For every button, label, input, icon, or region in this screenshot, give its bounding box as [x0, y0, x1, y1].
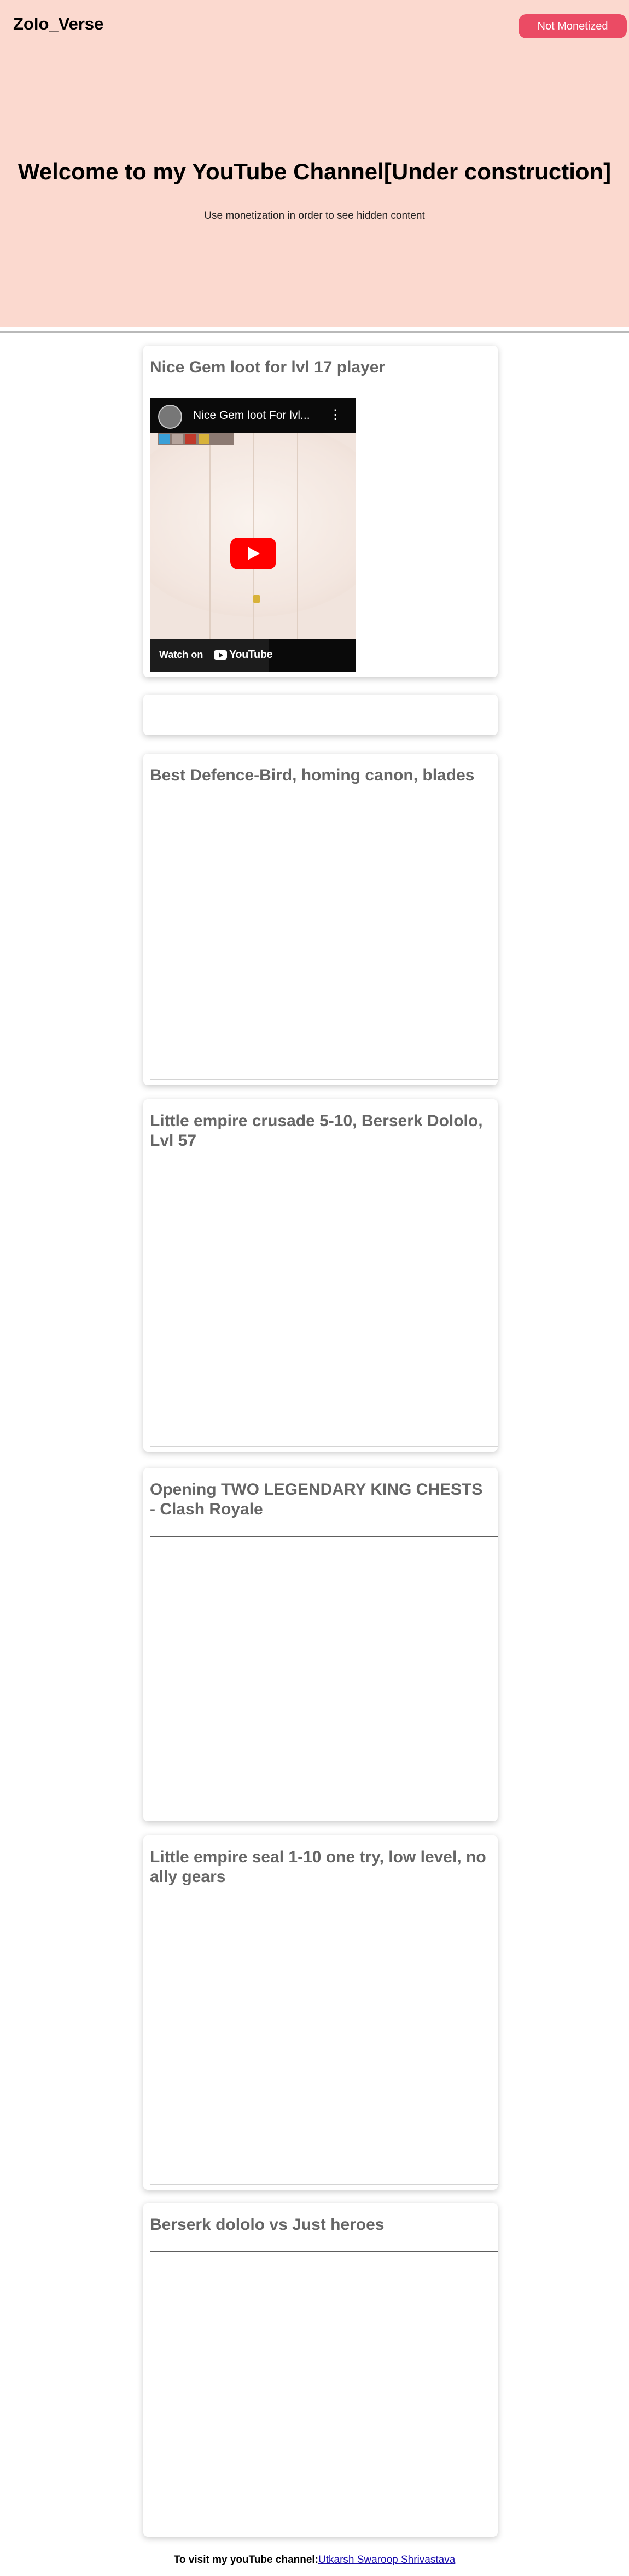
watch-on-youtube-button[interactable]: Watch on YouTube: [150, 639, 273, 672]
gem-icon: [159, 434, 170, 444]
section-divider: [0, 331, 629, 333]
more-options-icon[interactable]: ⋮: [329, 407, 342, 423]
video-card: Best Defence-Bird, homing canon, blades: [143, 754, 498, 1085]
play-button-icon[interactable]: [230, 538, 276, 569]
play-triangle-icon: [248, 547, 260, 560]
footer-prefix: To visit my youTube channel:: [173, 2554, 318, 2566]
youtube-player[interactable]: Nice Gem loot For lvl... ⋮ Watch on YouT…: [150, 398, 356, 672]
video-embed-frame[interactable]: [150, 802, 498, 1080]
hero-banner: Zolo_Verse Not Monetized Welcome to my Y…: [0, 0, 629, 327]
video-embed-frame[interactable]: Nice Gem loot For lvl... ⋮ Watch on YouT…: [150, 398, 498, 672]
video-card: Nice Gem loot for lvl 17 player Nice Gem…: [143, 346, 498, 677]
video-card-title: Opening TWO LEGENDARY KING CHESTS - Clas…: [150, 1481, 483, 1518]
not-monetized-button[interactable]: Not Monetized: [519, 14, 627, 38]
video-embed-frame[interactable]: [150, 2251, 498, 2532]
video-card-title: Little empire crusade 5-10, Berserk Dolo…: [150, 1112, 483, 1150]
video-card: Little empire seal 1-10 one try, low lev…: [143, 1835, 498, 2190]
channel-avatar[interactable]: [158, 405, 182, 429]
player-video-title[interactable]: Nice Gem loot For lvl...: [193, 409, 310, 422]
video-card-title: Best Defence-Bird, homing canon, blades: [150, 766, 475, 784]
video-card: Little empire crusade 5-10, Berserk Dolo…: [143, 1099, 498, 1452]
video-card: Berserk dololo vs Just heroes: [143, 2203, 498, 2537]
video-card-title: Little empire seal 1-10 one try, low lev…: [150, 1848, 486, 1886]
video-embed-frame[interactable]: [150, 1536, 498, 1816]
youtube-wordmark: YouTube: [229, 649, 273, 661]
watch-on-label: Watch on: [159, 649, 203, 660]
watch-on-youtube-bar: Watch on YouTube: [150, 639, 356, 672]
trophy-icon: [199, 434, 209, 444]
youtube-channel-link[interactable]: Utkarsh Swaroop Shrivastava: [318, 2554, 455, 2566]
video-card: Opening TWO LEGENDARY KING CHESTS - Clas…: [143, 1468, 498, 1821]
video-embed-frame[interactable]: [150, 1904, 498, 2185]
site-brand: Zolo_Verse: [13, 14, 104, 33]
youtube-logo-icon: [214, 650, 227, 660]
video-card-empty: [143, 695, 498, 735]
footer: To visit my youTube channel:Utkarsh Swar…: [0, 2554, 629, 2566]
video-card-title: Nice Gem loot for lvl 17 player: [150, 358, 386, 376]
trophy-icon: [253, 595, 260, 603]
hud-icon: [172, 434, 183, 444]
hud-icon: [185, 434, 196, 444]
player-top-bar: Nice Gem loot For lvl... ⋮: [150, 398, 356, 433]
video-card-title: Berserk dololo vs Just heroes: [150, 2216, 385, 2234]
video-embed-frame[interactable]: [150, 1168, 498, 1447]
thumbnail-line: [297, 398, 298, 672]
hero-title: Welcome to my YouTube Channel[Under cons…: [18, 159, 611, 184]
hero-subtitle: Use monetization in order to see hidden …: [204, 210, 425, 222]
game-hud-strip: [158, 433, 234, 445]
thumbnail-line: [253, 398, 254, 672]
